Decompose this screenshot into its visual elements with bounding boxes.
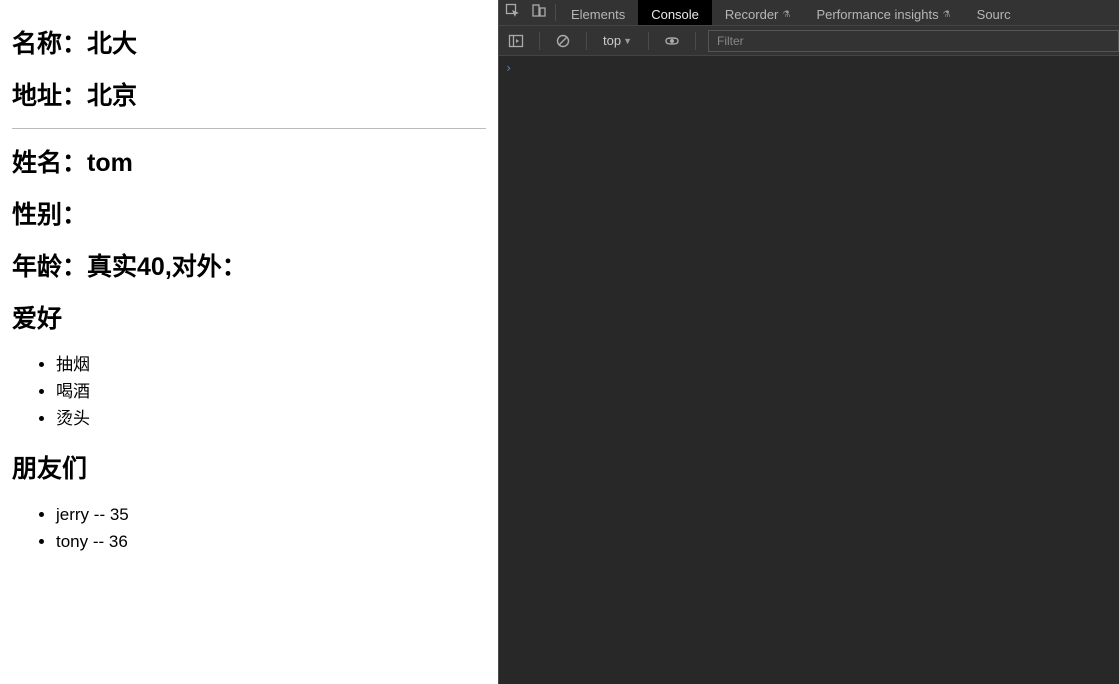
school-address-heading: 地址：北京 [12,76,486,112]
person-age-real-prefix: 真实 [87,253,137,281]
friend-age: 36 [109,532,128,551]
person-name-label: 姓名： [12,149,87,177]
toggle-sidebar-button[interactable] [505,30,527,52]
school-address-value: 北京 [87,82,137,110]
separator [586,32,587,50]
list-item: 烫头 [56,405,486,432]
rendered-page-panel: 名称：北大 地址：北京 姓名：tom 性别： 年龄：真实40,对外： 爱好 抽烟… [0,0,498,684]
school-address-label: 地址： [12,82,87,110]
live-expression-button[interactable] [661,30,683,52]
friend-sep: -- [89,505,110,524]
person-name-heading: 姓名：tom [12,143,486,179]
school-name-label: 名称： [12,30,87,58]
person-age-middle: ,对外： [165,253,247,281]
friend-name: jerry [56,505,89,524]
friend-age: 35 [110,505,129,524]
console-prompt: › [505,61,512,75]
devtools-panel: Elements Console Recorder ⚗ Performance … [498,0,1119,684]
person-name-value: tom [87,149,133,177]
list-item: tony -- 36 [56,528,486,555]
devtools-tab-icons [499,0,553,25]
inspect-element-icon[interactable] [505,3,521,22]
list-item: jerry -- 35 [56,501,486,528]
tab-sources[interactable]: Sourc [964,0,1024,25]
friend-sep: -- [88,532,109,551]
tab-console[interactable]: Console [638,0,712,25]
list-item: 抽烟 [56,351,486,378]
friends-list: jerry -- 35 tony -- 36 [12,501,486,555]
separator [555,4,556,21]
chevron-down-icon: ▼ [623,36,632,46]
tab-performance-insights[interactable]: Performance insights ⚗ [803,0,963,25]
console-output[interactable]: › [499,56,1119,684]
hobbies-title: 爱好 [12,299,486,335]
divider [12,128,486,129]
separator [648,32,649,50]
tab-performance-insights-label: Performance insights [816,7,938,22]
friends-title: 朋友们 [12,449,486,485]
device-toggle-icon[interactable] [531,3,547,22]
clear-console-button[interactable] [552,30,574,52]
context-selector[interactable]: top ▼ [599,33,636,48]
context-label: top [603,33,621,48]
school-name-value: 北大 [87,30,137,58]
person-gender-label: 性别： [12,201,87,229]
filter-input[interactable] [708,30,1119,52]
friend-name: tony [56,532,88,551]
hobbies-list: 抽烟 喝酒 烫头 [12,351,486,433]
tab-recorder[interactable]: Recorder ⚗ [712,0,804,25]
list-item: 喝酒 [56,378,486,405]
separator [695,32,696,50]
person-age-real: 40 [137,253,165,281]
devtools-tab-bar: Elements Console Recorder ⚗ Performance … [499,0,1119,26]
tab-elements[interactable]: Elements [558,0,638,25]
person-gender-heading: 性别： [12,195,486,231]
school-name-heading: 名称：北大 [12,24,486,60]
person-age-label: 年龄： [12,253,87,281]
separator [539,32,540,50]
tab-recorder-label: Recorder [725,7,778,22]
person-age-heading: 年龄：真实40,对外： [12,247,486,283]
console-toolbar: top ▼ [499,26,1119,56]
experiment-icon: ⚗ [782,9,790,20]
experiment-icon: ⚗ [943,9,951,20]
